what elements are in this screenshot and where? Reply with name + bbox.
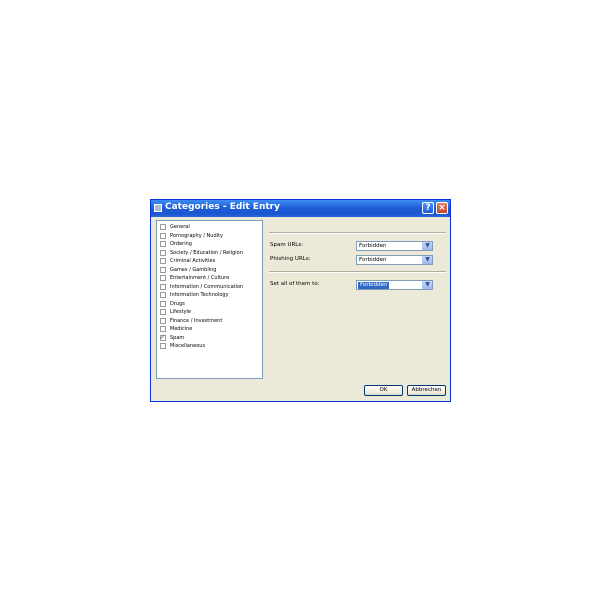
- set-all-value: Forbidden: [358, 282, 390, 289]
- checkbox[interactable]: [160, 317, 166, 324]
- checkbox[interactable]: [160, 309, 166, 315]
- divider: [269, 232, 446, 234]
- checkbox[interactable]: [160, 224, 166, 230]
- category-list: General Pornography / Nudity Ordering So…: [156, 220, 263, 379]
- cancel-button[interactable]: Abbrechen: [407, 385, 446, 396]
- chevron-down-icon[interactable]: ▼: [422, 242, 432, 250]
- category-label: Ordering: [170, 241, 192, 247]
- spam-urls-select[interactable]: Forbidden ▼: [356, 241, 433, 251]
- category-label: General: [170, 224, 190, 230]
- chevron-down-icon[interactable]: ▼: [422, 281, 432, 289]
- checkbox[interactable]: [160, 283, 166, 290]
- phishing-urls-label: Phishing URLs:: [270, 256, 311, 262]
- close-button[interactable]: ×: [436, 202, 448, 214]
- category-label: Entertainment / Culture: [170, 275, 230, 281]
- divider: [269, 271, 446, 273]
- category-label: Information / Communication: [170, 283, 244, 290]
- categories-edit-dialog: Categories - Edit Entry ? × General Porn…: [150, 199, 451, 402]
- category-label: Finance / Investment: [170, 317, 223, 324]
- window-title: Categories - Edit Entry: [165, 202, 280, 212]
- checkbox-checked[interactable]: [160, 333, 166, 341]
- settings-panel: Spam URLs: Forbidden ▼ Phishing URLs: Fo…: [266, 220, 446, 379]
- checkbox[interactable]: [160, 343, 166, 349]
- checkbox[interactable]: [160, 266, 166, 273]
- set-all-select[interactable]: Forbidden ▼: [356, 280, 433, 290]
- chevron-down-icon[interactable]: ▼: [422, 256, 432, 264]
- checkbox[interactable]: [160, 275, 166, 281]
- category-label: Medicine: [170, 326, 193, 332]
- checkbox[interactable]: [160, 258, 166, 264]
- checkbox[interactable]: [160, 292, 166, 298]
- phishing-urls-value: Forbidden: [359, 257, 387, 263]
- category-label: Criminal Activities: [170, 258, 216, 264]
- title-bar[interactable]: Categories - Edit Entry ? ×: [151, 200, 450, 217]
- category-label: Pornography / Nudity: [170, 232, 223, 239]
- category-label: Miscellaneous: [170, 343, 206, 349]
- set-all-label: Set all of them to:: [270, 281, 320, 287]
- list-icon: [154, 204, 162, 212]
- category-label: Lifestyle: [170, 309, 192, 315]
- checkbox[interactable]: [160, 249, 166, 256]
- help-button[interactable]: ?: [422, 202, 434, 214]
- category-label: Information Technology: [170, 292, 229, 298]
- phishing-urls-select[interactable]: Forbidden ▼: [356, 255, 433, 265]
- category-label: Society / Education / Religion: [170, 249, 243, 256]
- checkbox[interactable]: [160, 326, 166, 332]
- spam-urls-value: Forbidden: [359, 243, 387, 249]
- ok-button[interactable]: OK: [364, 385, 403, 396]
- category-label: Spam: [170, 334, 185, 341]
- category-label: Games / Gambling: [170, 266, 217, 273]
- checkbox[interactable]: [160, 300, 166, 307]
- checkbox[interactable]: [160, 241, 166, 247]
- spam-urls-label: Spam URLs:: [270, 242, 304, 248]
- checkbox[interactable]: [160, 232, 166, 239]
- category-label: Drugs: [170, 300, 185, 307]
